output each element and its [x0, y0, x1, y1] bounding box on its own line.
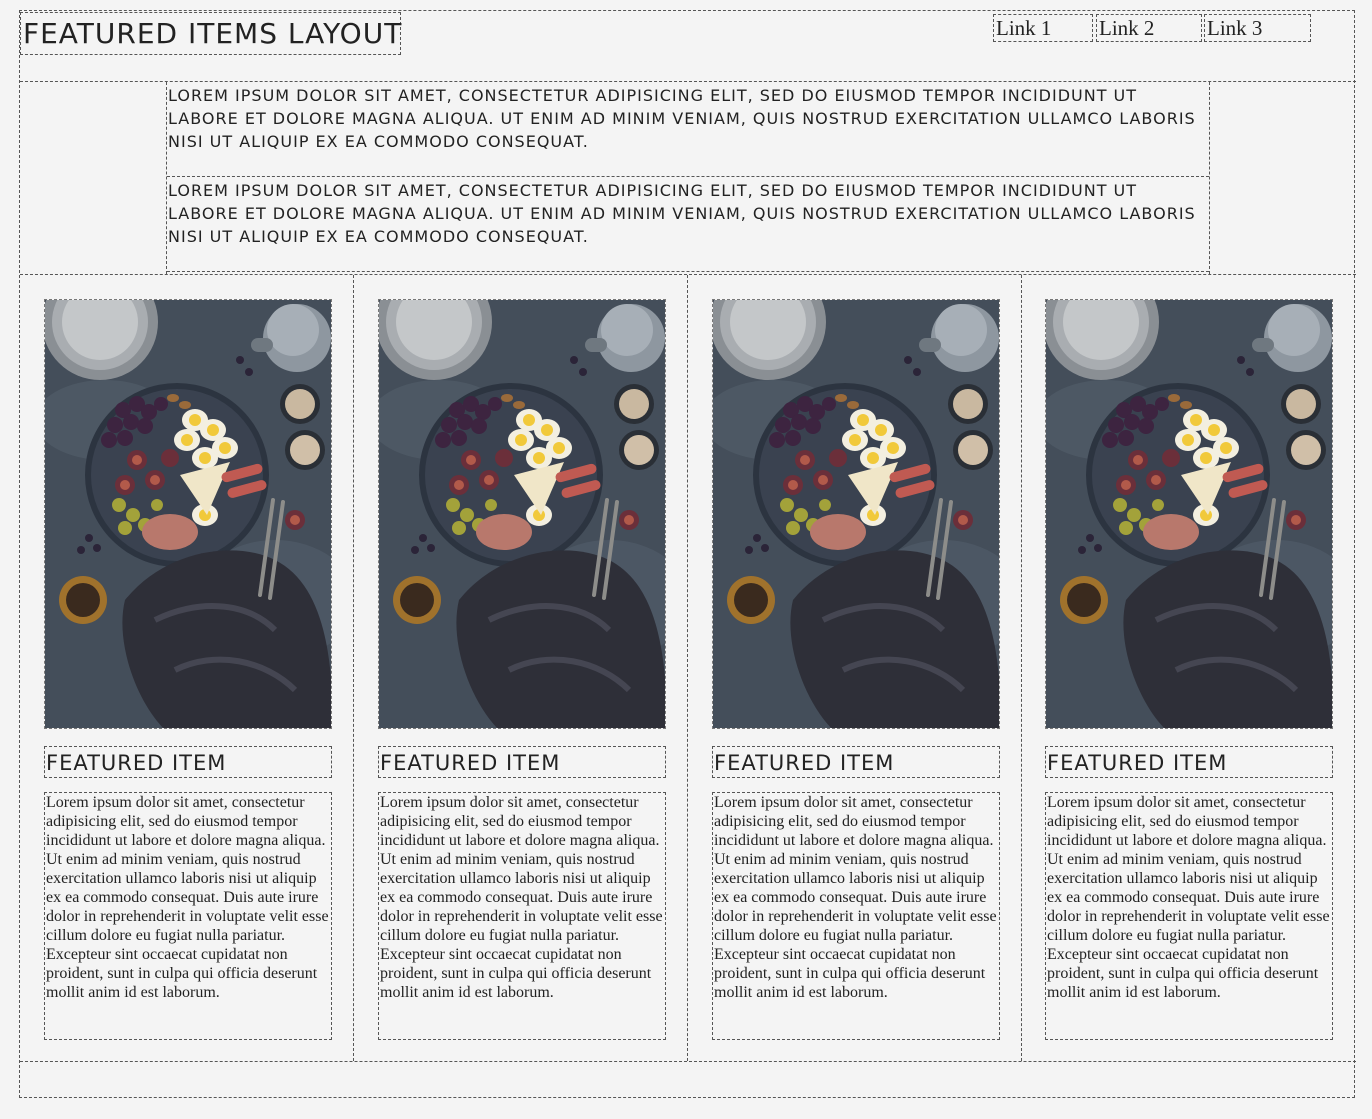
- featured-item-card: FEATURED ITEM Lorem ipsum dolor sit amet…: [1021, 275, 1355, 1061]
- featured-item-title: FEATURED ITEM: [378, 746, 666, 778]
- intro-paragraph-2: Lorem ipsum dolor sit amet, consectetur …: [167, 177, 1209, 272]
- site-title: FEATURED ITEMS LAYOUT: [20, 12, 401, 55]
- featured-item-image: [712, 299, 1000, 729]
- featured-items-grid: FEATURED ITEM Lorem ipsum dolor sit amet…: [20, 274, 1356, 1062]
- featured-item-title: FEATURED ITEM: [1045, 746, 1333, 778]
- featured-item-title: FEATURED ITEM: [44, 746, 332, 778]
- featured-item-description: Lorem ipsum dolor sit amet, consectetur …: [378, 792, 666, 1040]
- featured-item-card: FEATURED ITEM Lorem ipsum dolor sit amet…: [354, 275, 688, 1061]
- featured-item-card: FEATURED ITEM Lorem ipsum dolor sit amet…: [20, 275, 354, 1061]
- featured-item-description: Lorem ipsum dolor sit amet, consectetur …: [1045, 792, 1333, 1040]
- featured-item-description: Lorem ipsum dolor sit amet, consectetur …: [712, 792, 1000, 1040]
- site-footer: [20, 1062, 1354, 1097]
- page-container: FEATURED ITEMS LAYOUT Link 1 Link 2 Link…: [19, 10, 1356, 1098]
- intro-paragraph-1: Lorem ipsum dolor sit amet, consectetur …: [167, 82, 1209, 177]
- featured-item-image: [378, 299, 666, 729]
- featured-item-image: [1045, 299, 1333, 729]
- nav-link-2[interactable]: Link 2: [1096, 14, 1202, 42]
- nav-link-3[interactable]: Link 3: [1204, 14, 1311, 42]
- site-header: FEATURED ITEMS LAYOUT Link 1 Link 2 Link…: [20, 11, 1356, 82]
- featured-item-description: Lorem ipsum dolor sit amet, consectetur …: [44, 792, 332, 1040]
- featured-item-card: FEATURED ITEM Lorem ipsum dolor sit amet…: [688, 275, 1022, 1061]
- featured-item-title: FEATURED ITEM: [712, 746, 1000, 778]
- intro-section: Lorem ipsum dolor sit amet, consectetur …: [166, 82, 1210, 274]
- nav-link-1[interactable]: Link 1: [993, 14, 1093, 42]
- featured-item-image: [44, 299, 332, 729]
